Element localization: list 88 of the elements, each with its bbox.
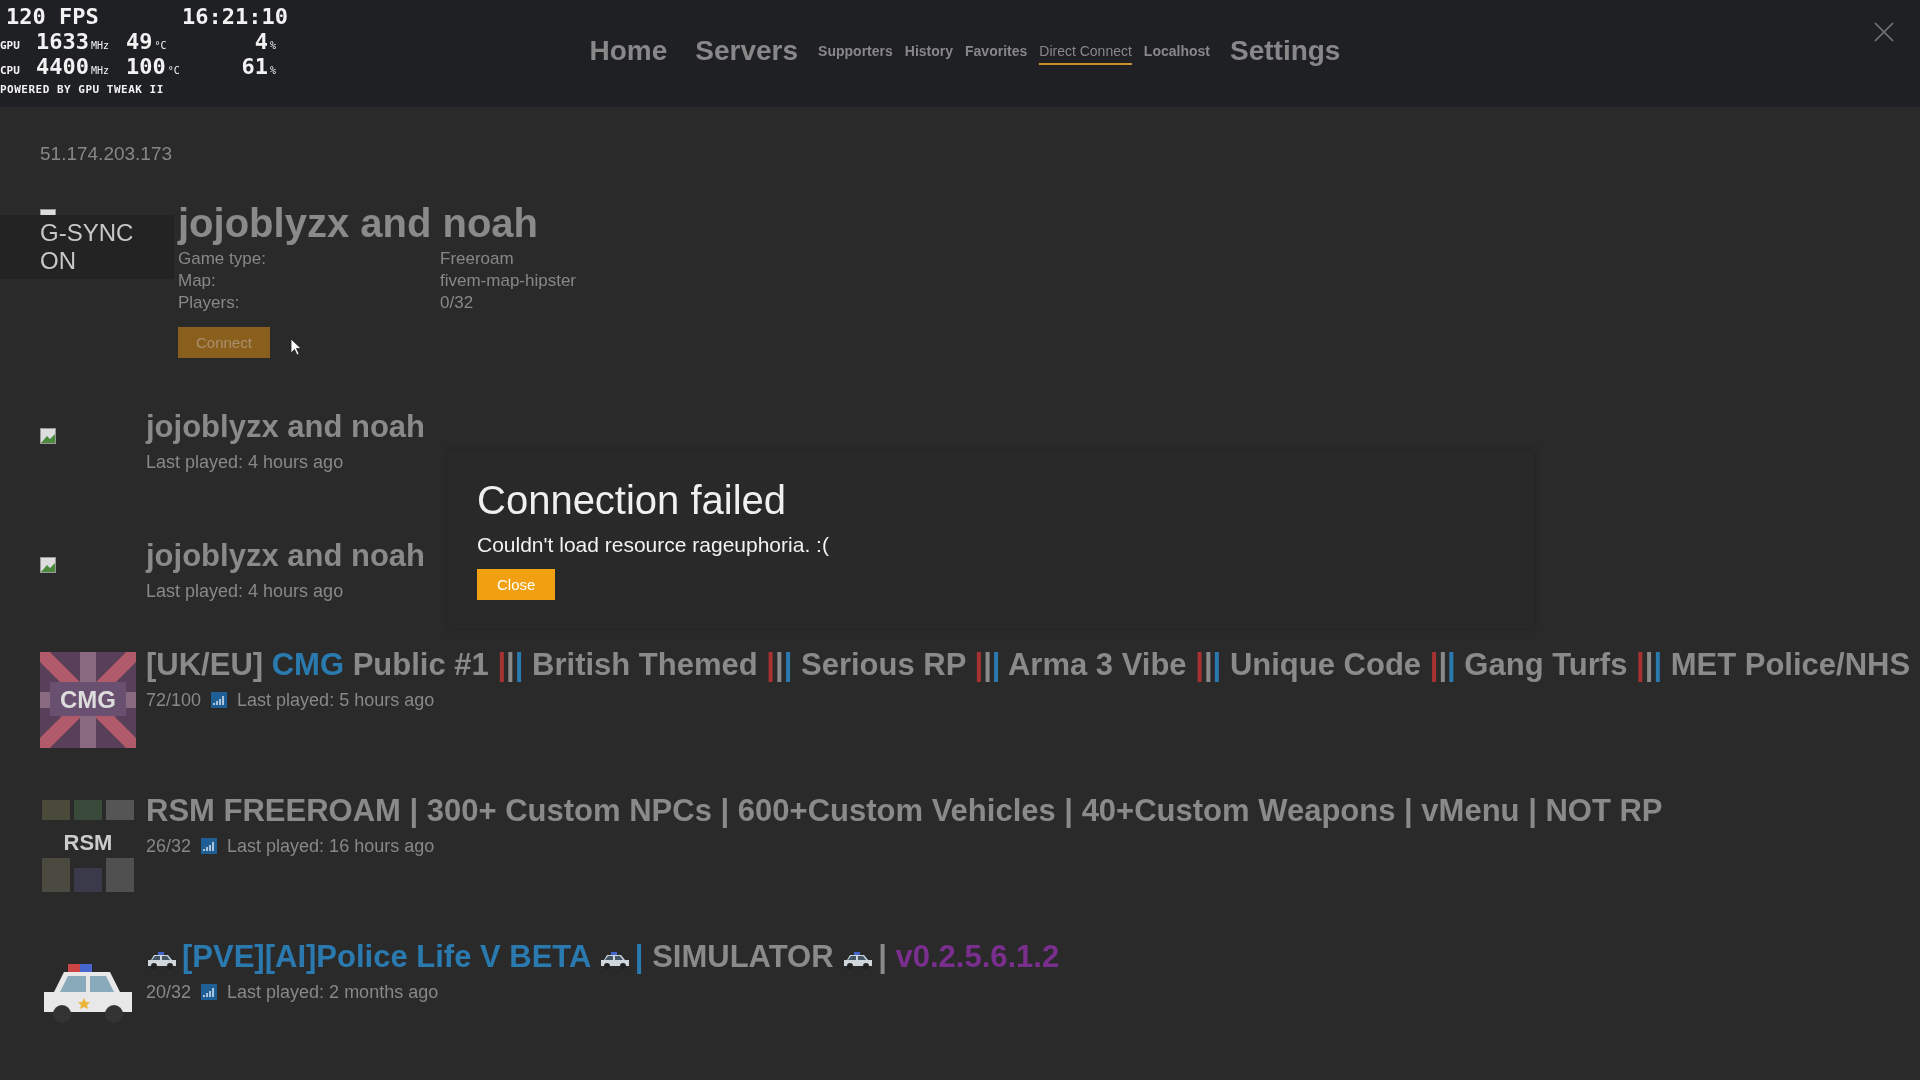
nav-tab[interactable]: Favorites xyxy=(965,38,1028,65)
signal-icon xyxy=(201,838,218,855)
server-name-text: Serious RP xyxy=(800,646,967,682)
server-title: jojoblyzx and noah xyxy=(178,201,540,245)
field-label: Map: xyxy=(178,271,217,291)
server-name-text: | xyxy=(514,646,524,682)
overlay-credit: POWERED BY GPU TWEAK II xyxy=(0,83,165,96)
dialog-title: Connection failed xyxy=(477,478,788,523)
server-name-text: [PVE][AI]Police Life V BETA xyxy=(182,938,592,974)
server-name-text: | xyxy=(506,646,515,682)
server-name-text: Police/NHS xyxy=(1744,646,1911,682)
server-name-text: | xyxy=(878,938,888,974)
signal-icon xyxy=(211,692,228,709)
hardware-label: GPU xyxy=(0,39,21,52)
server-name-text: jojoblyzx and noah xyxy=(146,409,425,444)
temperature-value: 49 xyxy=(126,29,153,54)
server-name-text: CMG xyxy=(271,646,345,682)
server-name-text: MET xyxy=(1669,646,1738,682)
last-played-text: Last played: 5 hours ago xyxy=(237,689,435,711)
last-played-text: Last played: 2 months ago xyxy=(227,981,439,1003)
server-name-text: Gang Turfs xyxy=(1463,646,1629,682)
server-name-text: Public #1 xyxy=(351,646,490,682)
server-name-text: | xyxy=(1653,646,1663,682)
server-name-text: v0.2.5.6.1.2 xyxy=(895,938,1060,974)
broken-image-icon xyxy=(40,556,56,573)
fps-reading: 120 FPS xyxy=(6,4,99,29)
nav-tab[interactable]: Direct Connect xyxy=(1039,38,1132,65)
field-label: Players: xyxy=(178,293,241,313)
server-name-text: | xyxy=(1644,646,1654,682)
server-name-text: | xyxy=(775,646,784,682)
cursor-icon xyxy=(289,337,302,356)
field-label: Game type: xyxy=(178,249,267,269)
broken-image-icon xyxy=(40,428,56,444)
server-name-text: Unique Code xyxy=(1228,646,1423,682)
player-count: 20/32 xyxy=(146,981,192,1003)
nav-tab[interactable]: History xyxy=(904,38,953,65)
player-count: 72/100 xyxy=(146,689,202,711)
server-name-text: SIMULATOR xyxy=(652,938,835,974)
server-name-text: [UK/EU] xyxy=(146,646,265,682)
server-name-text: | xyxy=(497,646,507,682)
nav-tab[interactable]: Supporters xyxy=(818,38,893,65)
signal-icon xyxy=(201,984,218,1001)
unit-label: MHz xyxy=(91,65,110,76)
load-value: 4 xyxy=(254,29,268,54)
unit-label: °C xyxy=(167,65,180,76)
server-name-text: British Themed xyxy=(531,646,759,682)
server-name-text: | xyxy=(1212,646,1222,682)
temperature-value: 100 xyxy=(126,54,166,79)
server-name-text: | xyxy=(766,646,775,682)
last-played-text: Last played: 4 hours ago xyxy=(146,580,344,602)
nav-tab[interactable]: Servers xyxy=(695,30,799,73)
server-name-text: | xyxy=(1438,646,1448,682)
unit-label: °C xyxy=(154,40,167,51)
server-name-text: RSM FREEROAM | 300+ Custom NPCs | 600+Custom Vehicles | 40+Custom Weapons | vMenu | NOT RP xyxy=(146,792,1663,828)
server-name-text: Arma 3 Vibe xyxy=(1006,646,1188,682)
server-name-text: | xyxy=(983,646,992,682)
hardware-label: CPU xyxy=(0,64,21,77)
nav-tab[interactable]: Localhost xyxy=(1143,38,1210,65)
server-name-text: | xyxy=(1447,646,1456,682)
clock-value: 1633 xyxy=(36,29,89,54)
field-value: fivem-map-hipster xyxy=(440,271,577,291)
server-name-text: | xyxy=(991,646,1001,682)
server-name-text: | xyxy=(1195,646,1204,682)
load-value: 61 xyxy=(241,54,268,79)
close-icon[interactable] xyxy=(1874,22,1894,42)
server-name-text: | xyxy=(1636,646,1645,682)
flag-logo-icon: CMG xyxy=(40,651,136,748)
server-name-text: | xyxy=(634,938,645,974)
field-value: Freeroam xyxy=(440,249,515,269)
last-played-text: Last played: 16 hours ago xyxy=(227,835,435,857)
gsync-toast: G-SYNC ON xyxy=(0,215,174,279)
unit-label: % xyxy=(269,65,276,76)
unit-label: MHz xyxy=(91,40,110,51)
dialog-message: Couldn't load resource rageuphoria. :( xyxy=(477,533,830,557)
field-value: 0/32 xyxy=(440,293,475,313)
server-name-text: | xyxy=(974,646,984,682)
server-name-text: | xyxy=(1429,646,1439,682)
player-count: 26/32 xyxy=(146,835,192,857)
unit-label: % xyxy=(269,40,276,51)
nav-tab[interactable]: Home xyxy=(589,30,668,73)
server-address: 51.174.203.173 xyxy=(40,143,174,165)
clock-value: 4400 xyxy=(36,54,89,79)
server-name-text: | xyxy=(1203,646,1213,682)
nav-tab[interactable]: Settings xyxy=(1230,30,1341,73)
clock-reading: 16:21:10 xyxy=(182,4,288,29)
server-name-text: | xyxy=(783,646,793,682)
server-name-text: jojoblyzx and noah xyxy=(146,537,425,573)
last-played-text: Last played: 4 hours ago xyxy=(146,451,344,473)
